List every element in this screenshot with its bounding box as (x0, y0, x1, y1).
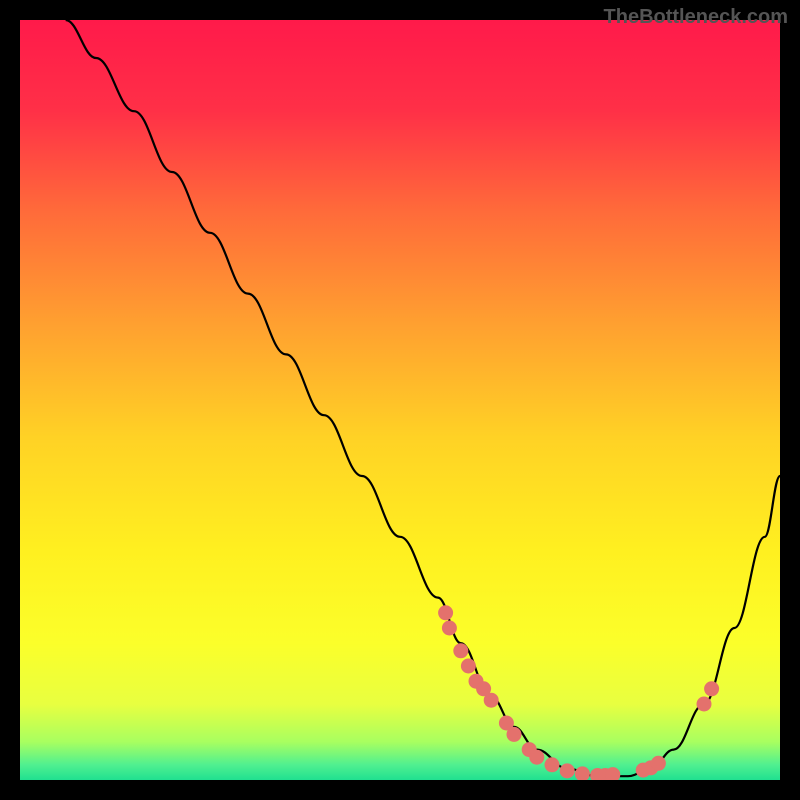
watermark-text: TheBottleneck.com (604, 6, 788, 29)
chart-container: TheBottleneck.com (0, 0, 800, 800)
marker-point (529, 750, 544, 765)
curve-markers (438, 605, 719, 780)
marker-point (453, 643, 468, 658)
marker-point (697, 697, 712, 712)
marker-point (651, 756, 666, 771)
marker-point (545, 757, 560, 772)
plot-area (20, 20, 780, 780)
marker-point (507, 727, 522, 742)
marker-point (438, 605, 453, 620)
marker-point (704, 681, 719, 696)
marker-point (484, 693, 499, 708)
markers-layer (20, 20, 780, 780)
marker-point (560, 763, 575, 778)
marker-point (442, 621, 457, 636)
marker-point (461, 659, 476, 674)
marker-point (575, 766, 590, 780)
